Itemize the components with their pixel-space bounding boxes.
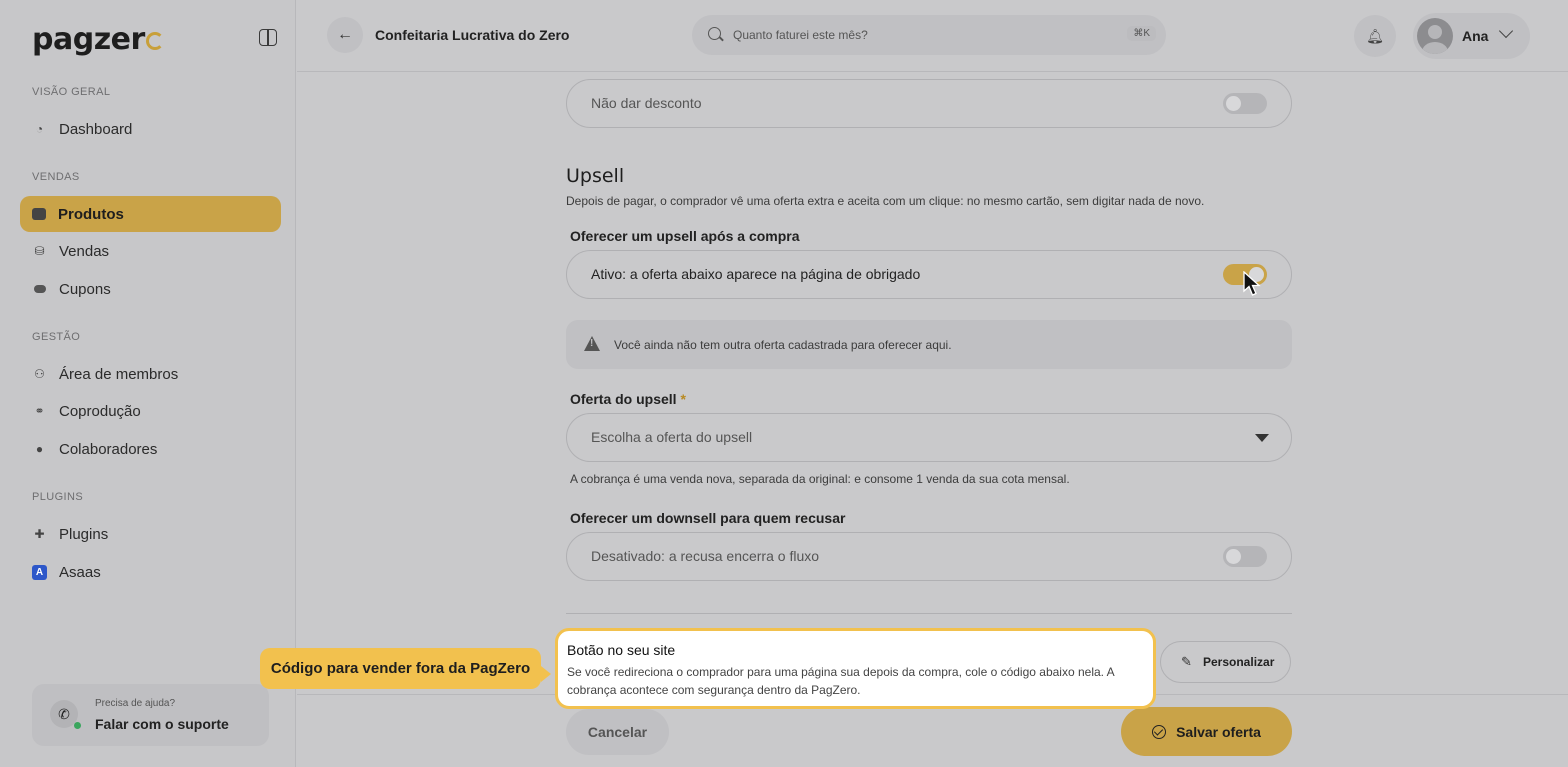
upsell-toggle-text: Ativo: a oferta abaixo aparece na página…	[591, 266, 921, 282]
sidebar-item-cupons[interactable]: Cupons	[20, 271, 281, 307]
tour-highlight-body: Se você redireciona o comprador para uma…	[567, 665, 1115, 697]
warning-banner: Você ainda não tem outra oferta cadastra…	[566, 320, 1292, 369]
section-label-sales: VENDAS	[32, 171, 80, 183]
sidebar: pagzer VISÃO GERAL ◔ Dashboard VENDAS Pr…	[0, 0, 296, 767]
tour-highlight-title: Botão no seu site	[567, 642, 676, 658]
warning-text: Você ainda não tem outra oferta cadastra…	[614, 338, 952, 352]
required-mark: *	[680, 391, 686, 407]
top-bar: ← Confeitaria Lucrativa do Zero Quanto f…	[297, 0, 1568, 72]
sidebar-item-area-membros[interactable]: ⚇ Área de membros	[20, 356, 281, 392]
search-placeholder: Quanto faturei este mês?	[733, 28, 868, 42]
arrow-left-icon: ←	[337, 26, 353, 43]
members-icon: ⚇	[34, 367, 45, 381]
support-caption: Precisa de ajuda?	[95, 698, 176, 709]
user-name: Ana	[1462, 28, 1489, 44]
section-divider	[566, 613, 1292, 614]
products-icon	[32, 208, 46, 220]
back-button[interactable]: ←	[327, 17, 363, 53]
tooltip-arrow	[541, 666, 551, 682]
upsell-description: Depois de pagar, o comprador vê uma ofer…	[566, 194, 1205, 208]
offer-select-placeholder: Escolha a oferta do upsell	[591, 429, 753, 445]
support-card[interactable]: ✆ Precisa de ajuda? Falar com o suporte	[32, 684, 269, 746]
upsell-toggle-label: Oferecer um upsell após a compra	[570, 228, 800, 244]
save-offer-button[interactable]: Salvar oferta	[1121, 707, 1292, 756]
sidebar-item-vendas[interactable]: ⛁ Vendas	[20, 233, 281, 269]
check-circle-icon	[1152, 724, 1167, 739]
warning-icon	[584, 336, 600, 351]
discount-field-text: Não dar desconto	[591, 95, 702, 111]
sidebar-item-dashboard[interactable]: ◔ Dashboard	[20, 111, 281, 147]
search-icon	[708, 27, 721, 40]
handshake-icon: ⚭	[34, 404, 45, 418]
discount-toggle-field[interactable]: Não dar desconto	[566, 79, 1292, 128]
pencil-icon: ✎	[1181, 654, 1192, 669]
downsell-label: Oferecer um downsell para quem recusar	[570, 510, 846, 526]
caret-down-icon	[1255, 434, 1269, 442]
bell-icon: 🔔︎	[1366, 27, 1384, 44]
upsell-toggle-field[interactable]: Ativo: a oferta abaixo aparece na página…	[566, 250, 1292, 299]
sidebar-item-asaas[interactable]: A Asaas	[20, 554, 281, 590]
tour-tooltip[interactable]: Código para vender fora da PagZero	[260, 648, 541, 689]
sidebar-item-colaboradores[interactable]: ● Colaboradores	[20, 431, 281, 467]
tour-highlight-card: Botão no seu site Se você redireciona o …	[555, 628, 1156, 709]
person-icon: ●	[35, 442, 44, 456]
mouse-cursor-icon	[1243, 271, 1261, 296]
logo-o-icon	[145, 32, 164, 50]
collapse-sidebar-icon[interactable]	[259, 29, 277, 46]
user-menu[interactable]: Ana	[1413, 13, 1530, 59]
chevron-down-icon	[1498, 23, 1514, 39]
personalize-button[interactable]: ✎ Personalizar	[1160, 641, 1291, 683]
sidebar-item-plugins[interactable]: ✚ Plugins	[20, 516, 281, 552]
notifications-button[interactable]: 🔔︎	[1354, 15, 1396, 57]
pagzero-logo[interactable]: pagzer	[32, 22, 164, 57]
downsell-toggle-field[interactable]: Desativado: a recusa encerra o fluxo	[566, 532, 1292, 581]
sidebar-item-coproducao[interactable]: ⚭ Coprodução	[20, 393, 281, 429]
downsell-toggle[interactable]	[1223, 546, 1267, 567]
offer-hint: A cobrança é uma venda nova, separada da…	[570, 472, 1070, 486]
offer-select[interactable]: Escolha a oferta do upsell	[566, 413, 1292, 462]
search-input[interactable]: Quanto faturei este mês? ⌘K	[692, 15, 1166, 55]
dashboard-icon: ◔	[35, 122, 44, 136]
section-label-plugins: PLUGINS	[32, 491, 84, 503]
support-link[interactable]: Falar com o suporte	[95, 716, 229, 732]
discount-toggle[interactable]	[1223, 93, 1267, 114]
coupon-icon	[32, 282, 47, 297]
sales-icon: ⛁	[34, 244, 45, 258]
upsell-heading: Upsell	[566, 165, 625, 187]
downsell-toggle-text: Desativado: a recusa encerra o fluxo	[591, 548, 820, 564]
section-label-management: GESTÃO	[32, 331, 81, 343]
search-shortcut: ⌘K	[1127, 26, 1156, 41]
puzzle-icon: ✚	[34, 527, 45, 541]
avatar	[1417, 18, 1453, 54]
sidebar-item-produtos[interactable]: Produtos	[20, 196, 281, 232]
cancel-button[interactable]: Cancelar	[566, 709, 669, 755]
offer-label: Oferta do upsell *	[570, 391, 686, 407]
online-status-dot	[74, 722, 81, 729]
asaas-icon: A	[32, 564, 47, 580]
page-title: Confeitaria Lucrativa do Zero	[375, 27, 570, 43]
section-label-overview: VISÃO GERAL	[32, 86, 111, 98]
